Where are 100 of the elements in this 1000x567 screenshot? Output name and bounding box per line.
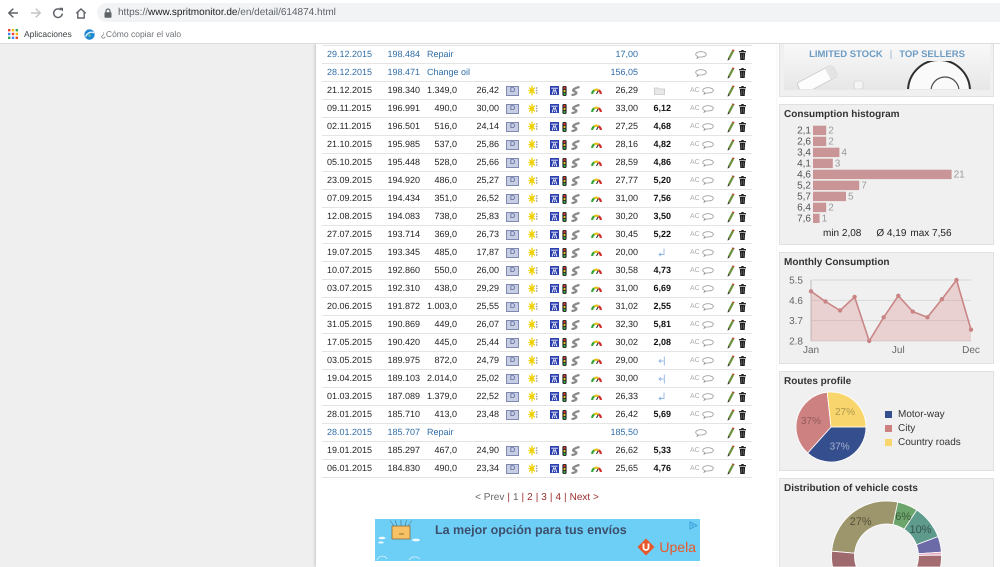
odometer-text: 198.340	[387, 85, 420, 96]
trash-icon[interactable]	[739, 176, 746, 186]
trash-icon[interactable]	[739, 410, 746, 420]
date-text: 31.05.2015	[327, 319, 372, 330]
trash-icon[interactable]	[739, 86, 746, 96]
bookmark-item[interactable]: ¿Cómo copiar el valo	[84, 28, 182, 40]
address-field[interactable]: https://www.spritmonitor.de/en/detail/614874.html	[97, 3, 1000, 22]
trash-icon[interactable]	[739, 428, 746, 438]
pencil-icon[interactable]	[727, 84, 735, 96]
trash-icon[interactable]	[739, 446, 746, 456]
pencil-icon[interactable]	[727, 102, 735, 114]
stat-text: min 2,08	[823, 228, 862, 240]
trash-icon[interactable]	[739, 302, 746, 312]
pencil-icon[interactable]	[727, 210, 735, 222]
date-text: 19.01.2015	[327, 445, 372, 456]
ad-banner[interactable]: La mejor opción para tus envíos Upela	[375, 519, 700, 561]
pencil-icon[interactable]	[727, 444, 735, 456]
date-text: 03.05.2015	[327, 355, 372, 366]
pencil-icon[interactable]	[727, 192, 735, 204]
bookmark-item[interactable]: Aplicaciones	[8, 28, 72, 40]
pencil-icon[interactable]	[727, 282, 735, 294]
winding-road-icon	[570, 338, 581, 348]
pencil-icon[interactable]	[727, 300, 735, 312]
fuel-amount-text: 25,02	[476, 373, 499, 384]
pencil-icon[interactable]	[727, 246, 735, 258]
trash-icon[interactable]	[739, 266, 746, 276]
trash-icon[interactable]	[739, 392, 746, 402]
trash-icon[interactable]	[739, 284, 746, 294]
speech-bubble-icon	[702, 374, 714, 382]
pencil-icon[interactable]	[727, 264, 735, 276]
page-link[interactable]: 4	[555, 492, 562, 504]
pencil-icon[interactable]	[727, 354, 735, 366]
pagination-link[interactable]: Next >	[570, 492, 599, 504]
highway-sign-icon	[550, 248, 559, 257]
data-point	[954, 278, 959, 282]
trash-icon[interactable]	[739, 122, 746, 132]
trash-icon[interactable]	[739, 50, 746, 60]
distance-text: 1.349,0	[426, 85, 457, 96]
pencil-icon[interactable]	[727, 120, 735, 132]
date-text: 12.08.2015	[327, 211, 372, 222]
trash-icon[interactable]	[739, 68, 746, 78]
back-arrow-icon[interactable]	[7, 6, 19, 18]
traffic-light-icon	[562, 284, 567, 294]
page-link[interactable]: 1	[512, 492, 519, 504]
pencil-icon[interactable]	[727, 462, 735, 474]
category-label: 2,1	[797, 126, 811, 137]
trash-icon[interactable]	[739, 338, 746, 348]
pencil-icon[interactable]	[727, 318, 735, 330]
pencil-icon[interactable]	[727, 426, 735, 438]
page-link[interactable]: 3	[541, 492, 547, 504]
pencil-icon[interactable]	[727, 408, 735, 420]
cost-text: 30,02	[615, 337, 638, 348]
trash-icon[interactable]	[739, 194, 746, 204]
pencil-icon[interactable]	[727, 372, 735, 384]
odometer-text: 198.471	[387, 67, 420, 78]
distance-text: 413,0	[434, 409, 457, 420]
pencil-icon[interactable]	[727, 156, 735, 168]
data-point	[925, 315, 930, 320]
data-point	[838, 308, 842, 313]
slice-label: 27%	[850, 516, 872, 528]
sun-snowflake-icon	[528, 391, 538, 402]
trash-icon[interactable]	[739, 140, 746, 150]
trash-icon[interactable]	[739, 212, 746, 222]
trash-icon[interactable]	[739, 158, 746, 168]
tick-label: Dec	[962, 345, 980, 356]
speech-bubble-icon	[702, 266, 714, 274]
pencil-icon[interactable]	[727, 138, 735, 150]
distance-text: 486,0	[434, 175, 457, 186]
gauge-icon	[591, 87, 602, 94]
pencil-icon[interactable]	[727, 390, 735, 402]
cost-text: 28,16	[615, 139, 638, 150]
reload-icon[interactable]	[52, 6, 64, 18]
pencil-icon[interactable]	[727, 174, 735, 186]
home-icon[interactable]	[74, 6, 86, 18]
gauge-icon	[591, 231, 602, 238]
pencil-icon[interactable]	[727, 228, 735, 240]
pencil-icon[interactable]	[727, 48, 735, 60]
stat-text: Ø 4,19	[876, 228, 906, 240]
speech-bubble-icon	[702, 230, 714, 238]
speech-bubble-icon	[702, 158, 714, 166]
speech-bubble-icon	[695, 50, 707, 58]
sun-snowflake-icon	[528, 355, 538, 366]
pagination-separator: |	[507, 492, 510, 504]
pencil-icon[interactable]	[727, 66, 735, 78]
trash-icon[interactable]	[739, 248, 746, 258]
winding-road-icon	[570, 374, 581, 384]
trash-icon[interactable]	[739, 320, 746, 330]
axis-line	[810, 280, 812, 342]
trash-icon[interactable]	[739, 230, 746, 240]
traffic-light-icon	[562, 446, 567, 456]
trash-icon[interactable]	[739, 104, 746, 114]
return-arrow-icon	[658, 248, 665, 257]
winding-road-icon	[570, 212, 581, 222]
pencil-icon[interactable]	[727, 336, 735, 348]
category-label: 4,6	[797, 170, 811, 181]
odometer-text: 189.103	[387, 373, 420, 384]
trash-icon[interactable]	[739, 464, 746, 474]
page-link[interactable]: 2	[527, 492, 533, 504]
trash-icon[interactable]	[739, 356, 746, 366]
trash-icon[interactable]	[739, 374, 746, 384]
